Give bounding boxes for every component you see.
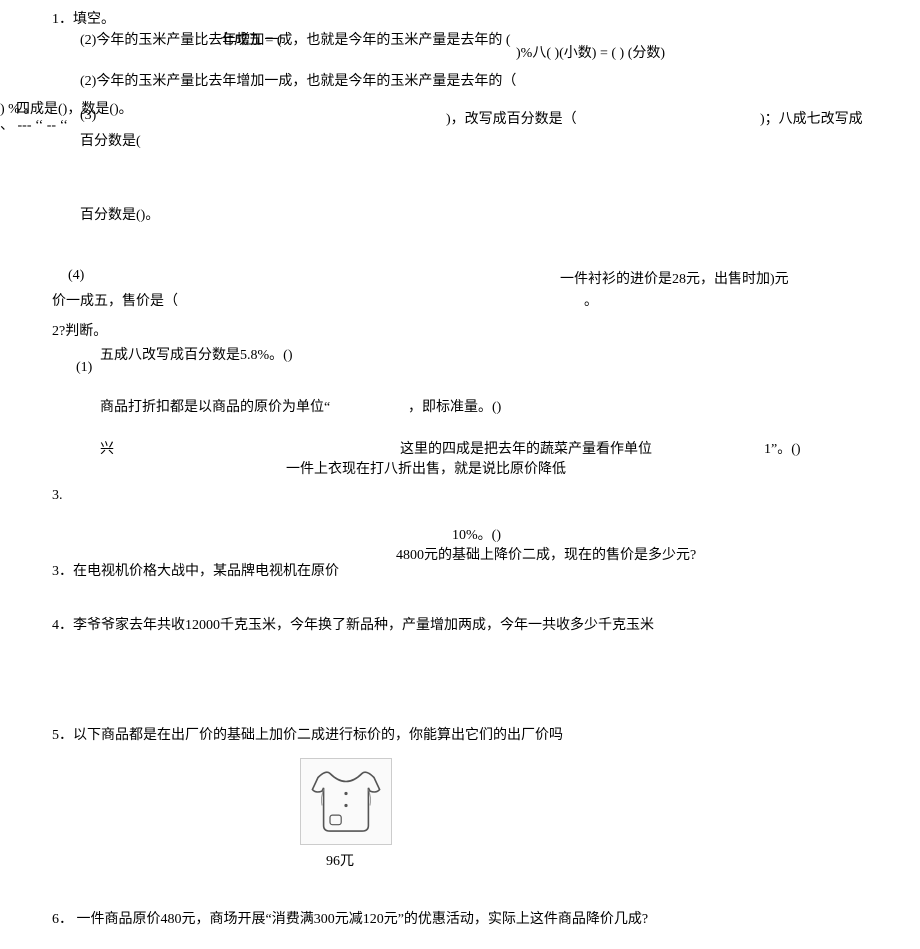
q1-item2: (2)今年的玉米产量比去年增加一成，也就是今年的玉米产量是去年的（ (80, 70, 516, 90)
q1-item4-num: (4) (68, 268, 84, 284)
q2-line-a: 这里的四成是把去年的蔬菜产量看作单位 (400, 438, 652, 458)
q3-tail: 4800元的基础上降价二成，现在的售价是多少元? (396, 544, 696, 564)
shirt-image (300, 758, 392, 845)
q1-item3-tail2: )；八成七改写成 (760, 108, 863, 128)
q2-line-b: 一件上衣现在打八折出售，就是说比原价降低 (286, 458, 566, 478)
left-fragment-b: 、 --- ‘‘ -- ‘‘ (0, 114, 68, 134)
q2-item1-num: (1) (76, 360, 92, 376)
q1-item3-tail1: )，改写成百分数是（ (446, 108, 577, 128)
q3-text: 3．在电视机价格大战中，某品牌电视机在原价 (52, 560, 339, 580)
q2-heading: 2?判断。 (52, 320, 107, 340)
shirt-icon (306, 764, 386, 839)
baifenshu-shi2: 百分数是()。 (80, 204, 159, 224)
q2-line-a-tail: 1”。() (764, 438, 801, 458)
q4-text: 4．李爷爷家去年共收12000千克玉米，今年换了新品种，产量增加两成，今年一共收… (52, 614, 654, 634)
baifenshu-shi: 百分数是( (80, 130, 141, 150)
q1-item4-right: 一件衬衫的进价是28元，出售时加)元 (560, 268, 789, 288)
q6-text: 6． 一件商品原价480元，商场开展“消费满300元减120元”的优惠活动，实际… (52, 908, 648, 928)
q5-text: 5．以下商品都是在出厂价的基础上加价二成进行标价的，你能算出它们的出厂价吗 (52, 724, 563, 744)
q1-item4-line2a: 价一成五，售价是（ (52, 290, 178, 310)
q1-heading: 1．填空。 (52, 8, 115, 28)
q1-overlay-line1b: 七成五 = ( (220, 29, 282, 49)
q2-xing: 兴 (100, 438, 114, 458)
q1-overlay-tail: )%八( )(小数) = ( ) (分数) (516, 42, 665, 62)
worksheet-page: 1．填空。 (2)今年的玉米产量比去年增加一成，也就是今年的玉米产量是去年的 (… (0, 0, 920, 949)
q2-mid1: 商品打折扣都是以商品的原价为单位“ (100, 396, 330, 416)
q2-mid1-tail: ，即标准量。() (408, 396, 501, 416)
q2-item1-text: 五成八改写成百分数是5.8%。() (100, 344, 293, 364)
q3-num: 3. (52, 488, 63, 504)
q1-item4-dot: 。 (584, 290, 598, 310)
q1-item3-num: (3) (80, 108, 96, 124)
shirt-price-label: 96兀 (326, 850, 354, 870)
q2-percent: 10%。() (452, 524, 501, 544)
q1-overlay-line1: (2)今年的玉米产量比去年增加一成，也就是今年的玉米产量是去年的 ( (80, 29, 511, 49)
